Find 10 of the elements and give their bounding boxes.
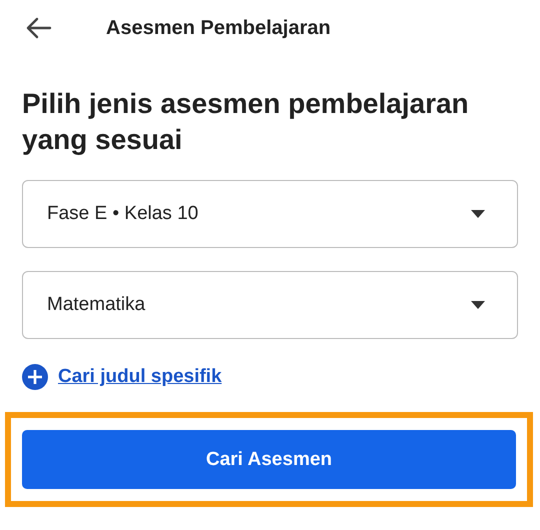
- search-button[interactable]: Cari Asesmen: [22, 430, 516, 489]
- dropdown[interactable]: Matematika: [22, 271, 518, 339]
- caret-icon: [471, 301, 485, 309]
- back-icon[interactable]: [26, 17, 52, 39]
- dropdown[interactable]: Fase E • Kelas 10: [22, 180, 518, 248]
- heading: Pilih jenis asesmen pembelajaran yang sesuai: [22, 87, 470, 157]
- page-title: Asesmen Pembelajaran: [106, 16, 331, 40]
- caret-icon: [471, 210, 485, 218]
- search-title-link[interactable]: Cari judul spesifik: [58, 366, 222, 388]
- plus-icon[interactable]: [22, 364, 48, 390]
